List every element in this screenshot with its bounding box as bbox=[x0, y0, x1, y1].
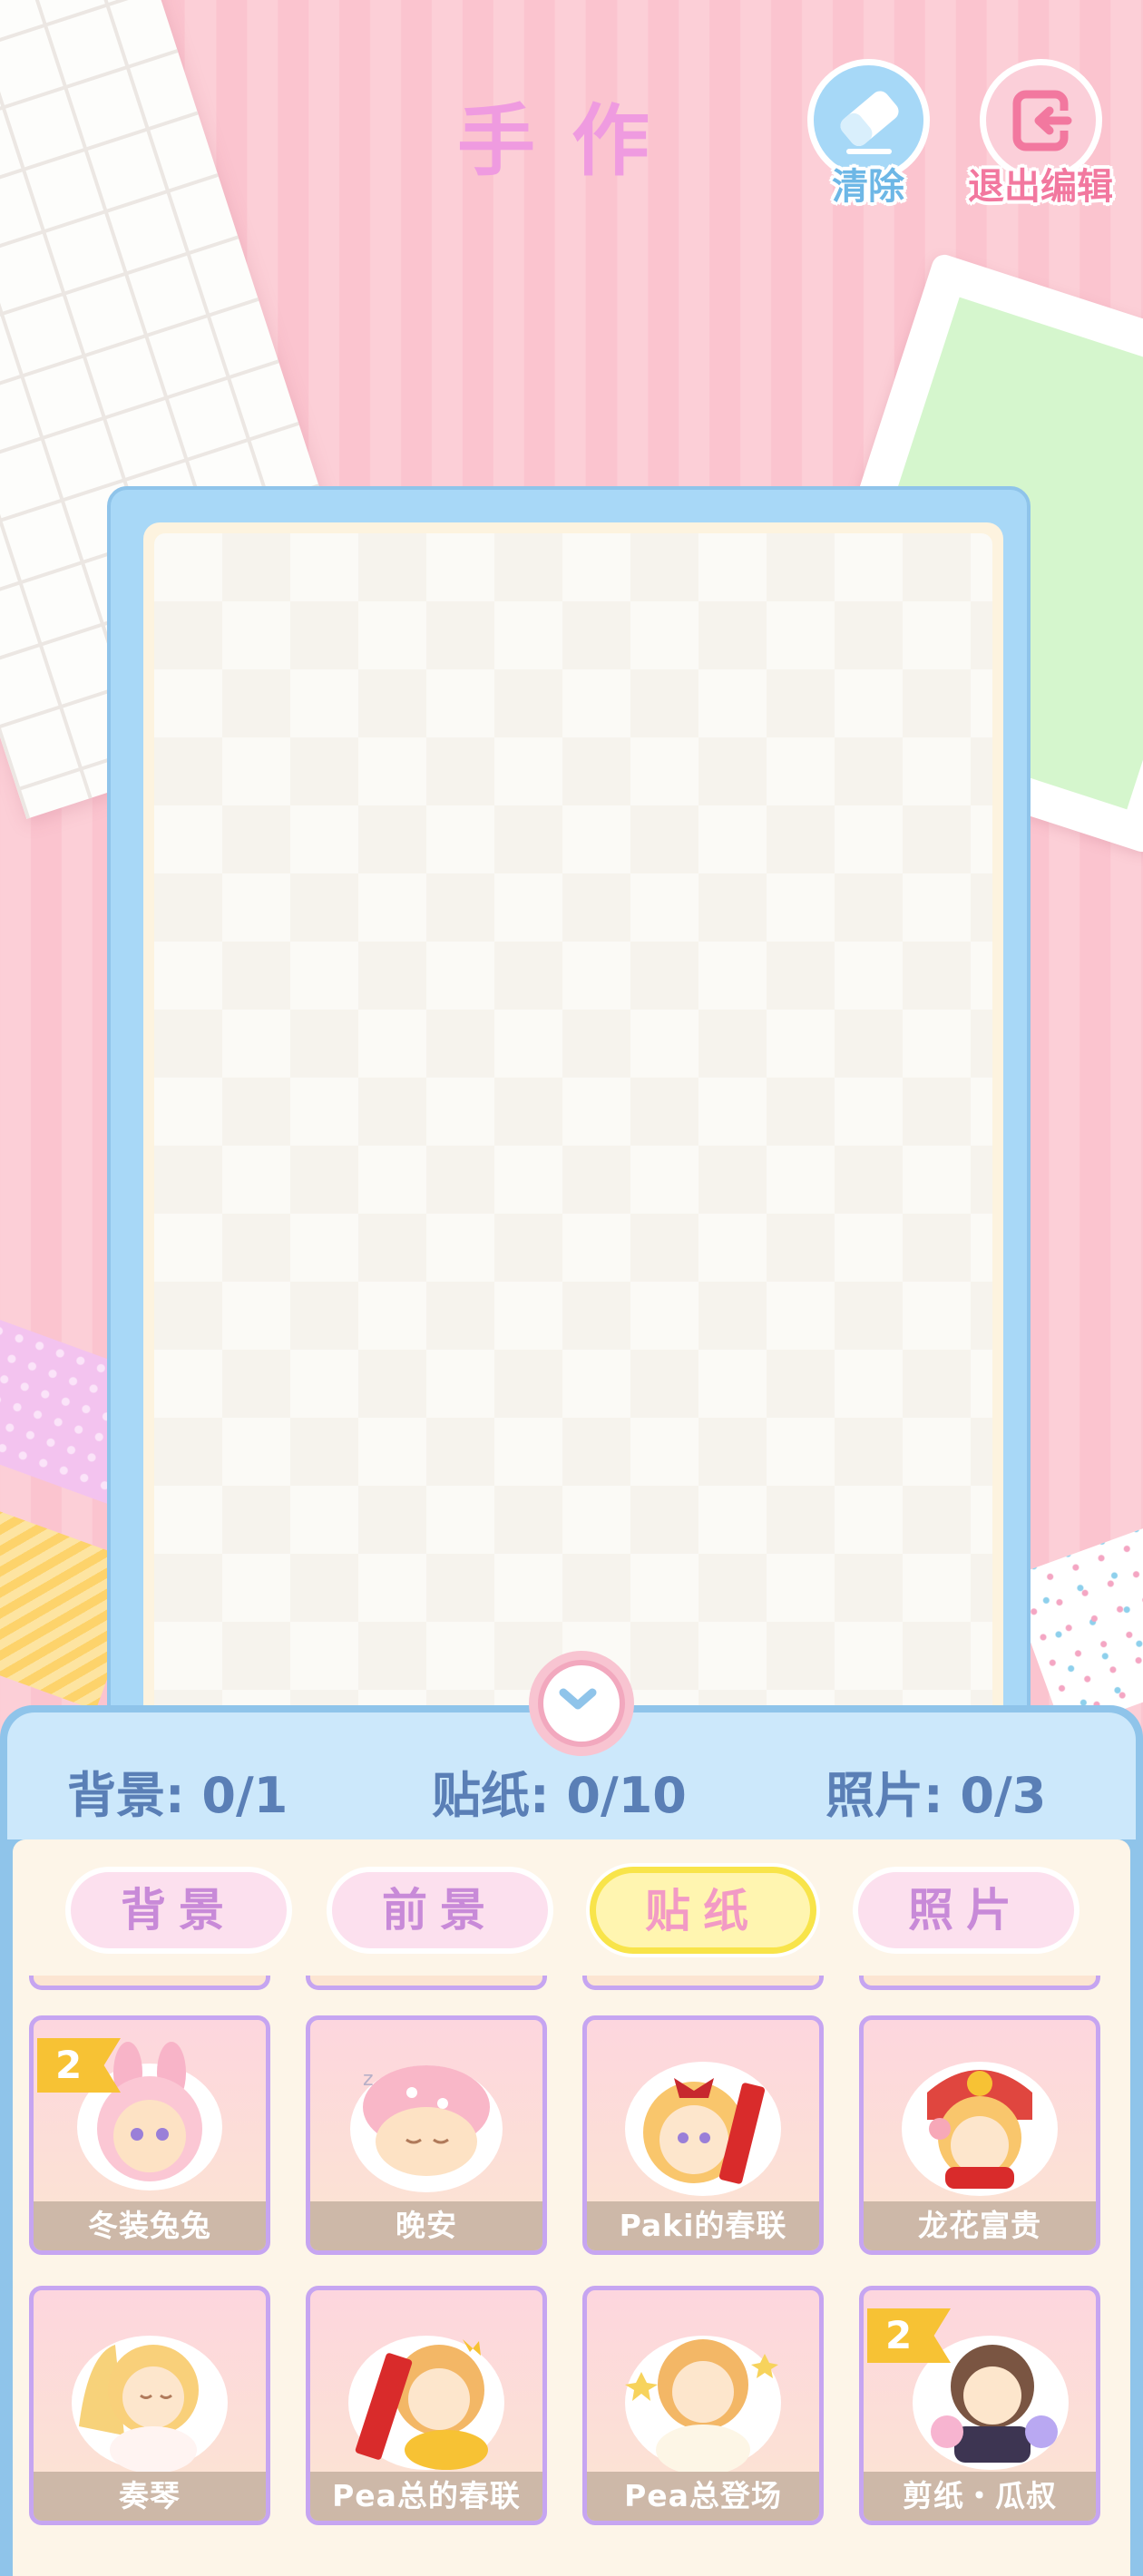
sticker-image bbox=[587, 2290, 819, 2475]
photo-count: 照片: 0/3 bbox=[826, 1767, 1047, 1824]
clear-button[interactable]: 清除 bbox=[782, 59, 945, 213]
sticker-name: 龙花富贵 bbox=[864, 2201, 1096, 2250]
sticker-name: 奏琴 bbox=[34, 2472, 266, 2521]
background-count: 背景: 0/1 bbox=[67, 1767, 288, 1824]
tab-background[interactable]: 背景 bbox=[65, 1867, 292, 1954]
sticker-card[interactable]: Pea总的春联 bbox=[306, 2286, 547, 2525]
sticker-name: 晚安 bbox=[310, 2201, 542, 2250]
sticker-name: 冬装兔兔 bbox=[34, 2201, 266, 2250]
sticker-name: Pea总的春联 bbox=[310, 2472, 542, 2521]
sticker-card[interactable]: Pea总登场 bbox=[582, 2286, 824, 2525]
sticker-image bbox=[864, 2020, 1096, 2203]
sticker-image bbox=[34, 2290, 266, 2474]
sticker-card-peek bbox=[859, 1976, 1100, 1990]
canvas-frame bbox=[107, 486, 1031, 1756]
sticker-card[interactable]: 奏琴 bbox=[29, 2286, 270, 2525]
sticker-card-peek bbox=[306, 1976, 547, 1990]
exit-edit-button[interactable]: 退出编辑 bbox=[954, 59, 1118, 213]
tab-photo[interactable]: 照片 bbox=[853, 1867, 1080, 1954]
chevron-down-icon bbox=[543, 1665, 620, 1742]
sticker-name: Paki的春联 bbox=[587, 2201, 819, 2250]
svg-text:z: z bbox=[363, 2068, 374, 2091]
sticker-card[interactable]: 2 剪纸・瓜叔 bbox=[859, 2286, 1100, 2525]
sticker-image bbox=[587, 2020, 819, 2203]
tab-sticker[interactable]: 贴纸 bbox=[590, 1867, 816, 1954]
sticker-count: 贴纸: 0/10 bbox=[432, 1767, 687, 1824]
sticker-card[interactable]: 2 冬装兔兔 bbox=[29, 2015, 270, 2255]
sticker-image bbox=[310, 2290, 542, 2474]
sticker-name: 剪纸・瓜叔 bbox=[864, 2472, 1096, 2521]
collapse-button[interactable] bbox=[529, 1651, 634, 1756]
sticker-card[interactable]: 龙花富贵 bbox=[859, 2015, 1100, 2255]
canvas-area[interactable] bbox=[154, 533, 992, 1742]
sticker-card-peek bbox=[29, 1976, 270, 1990]
exit-label: 退出编辑 bbox=[968, 166, 1113, 208]
sticker-name: Pea总登场 bbox=[587, 2472, 819, 2521]
sticker-card-peek bbox=[582, 1976, 824, 1990]
page-title: 手作 bbox=[457, 96, 686, 187]
sticker-card[interactable]: Paki的春联 bbox=[582, 2015, 824, 2255]
sticker-card[interactable]: z 晚安 bbox=[306, 2015, 547, 2255]
tab-foreground[interactable]: 前景 bbox=[327, 1867, 553, 1954]
sticker-image: z bbox=[310, 2020, 542, 2203]
